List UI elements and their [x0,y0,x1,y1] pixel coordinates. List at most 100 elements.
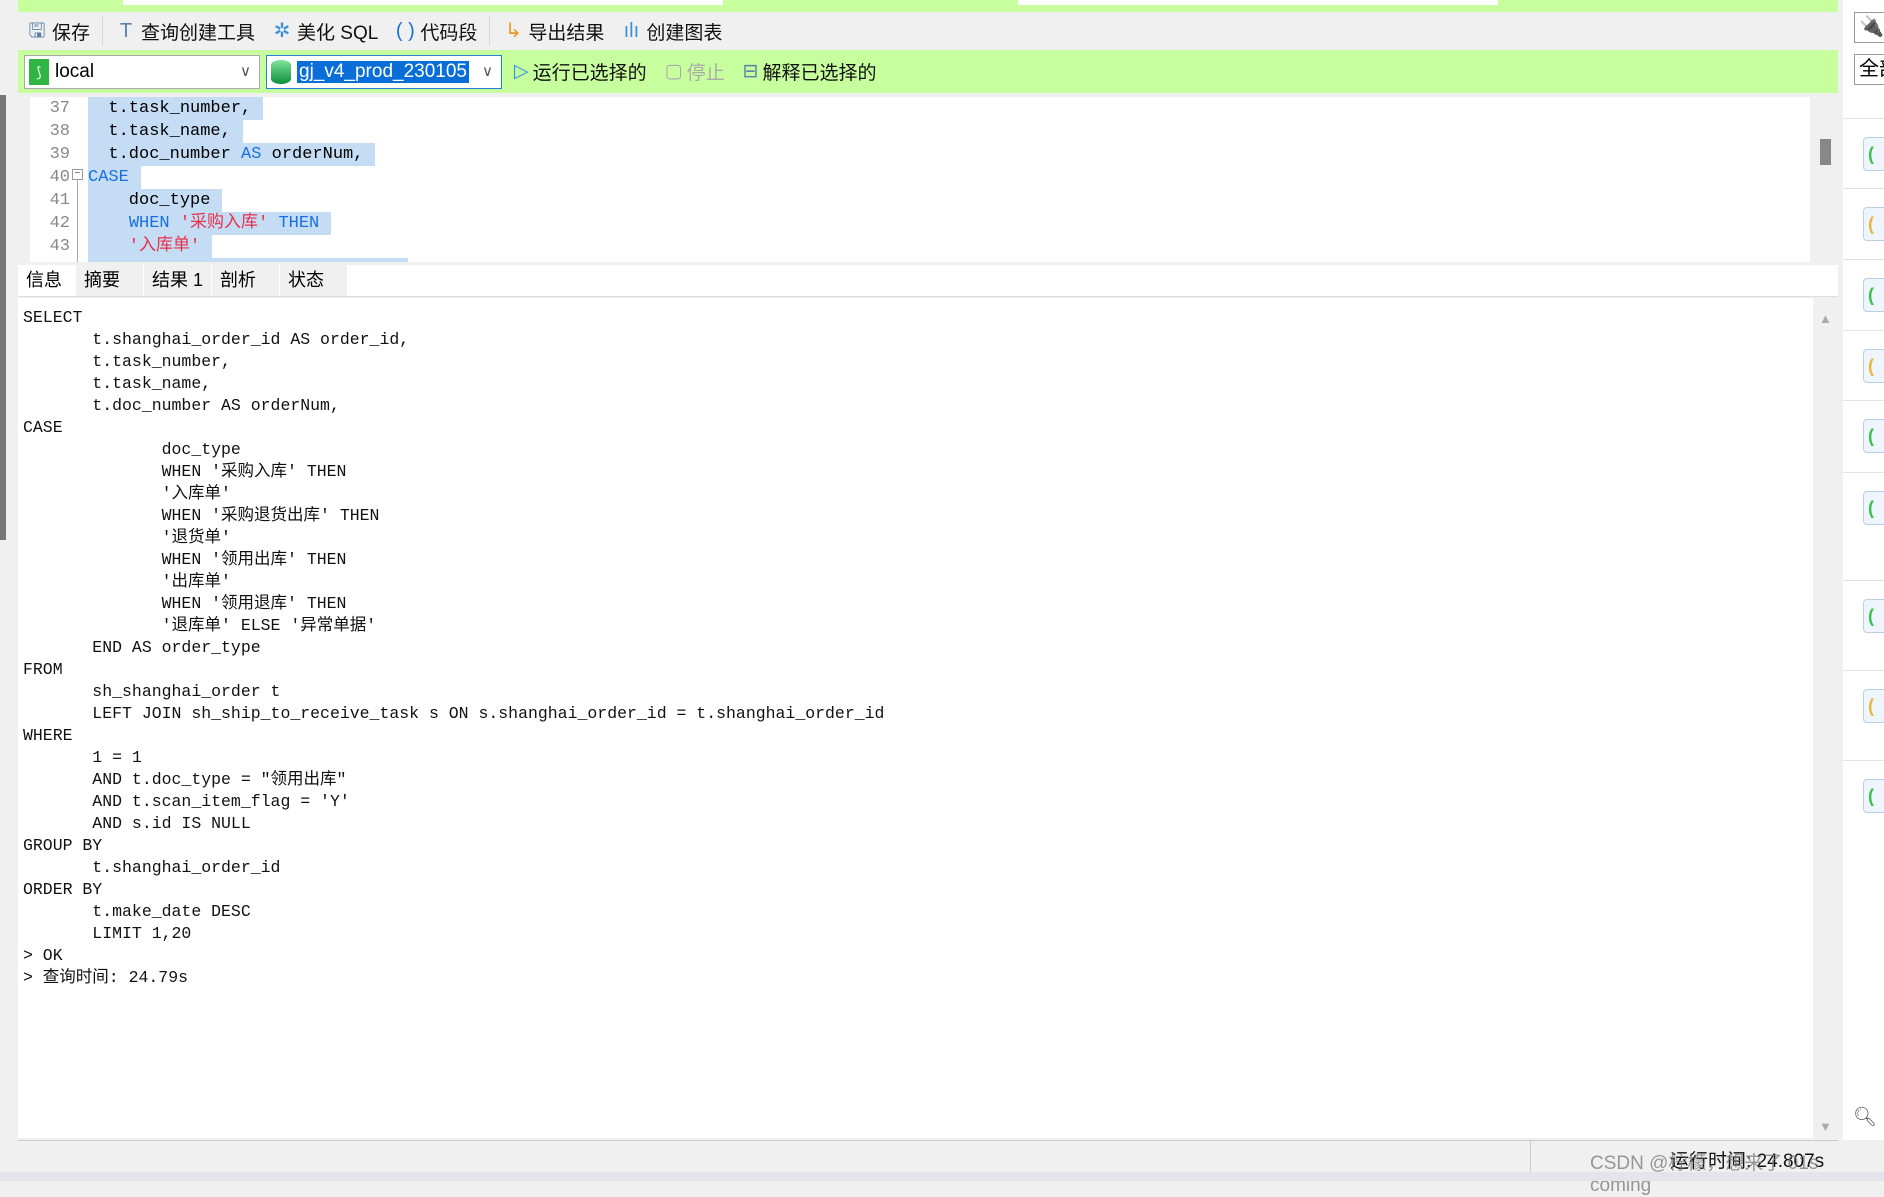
chevron-down-icon: ∨ [482,62,493,80]
output-line: 1 = 1 [23,748,142,767]
sql-keyword: THEN [278,214,320,233]
fold-guide [77,177,78,262]
sql-editor[interactable]: 37 38 39 40 41 42 43 − t.task_number, t.task_n… [30,97,1810,262]
scroll-down-icon[interactable]: ▼ [1819,1119,1832,1134]
output-line: SELECT [23,308,83,327]
run-selected-button[interactable]: ▷ 运行已选择的 [508,58,653,85]
create-chart-button[interactable]: ılı 创建图表 [612,15,730,47]
output-line: WHEN '领用退库' THEN [23,594,347,613]
query-file-icon: ( [1863,278,1884,312]
saved-query-item[interactable]: ( [1843,400,1884,470]
query-file-icon: ( [1863,207,1884,241]
saved-query-item[interactable]: ( [1843,760,1884,830]
saved-query-item[interactable]: ( [1843,259,1884,329]
code-line: CASE [88,166,141,189]
tab-4[interactable]: 剖析 [212,265,280,296]
output-line: FROM [23,660,63,679]
code-text: t.task_number, [88,99,252,118]
save-icon: 🖫 [28,20,46,42]
code-line [88,258,408,262]
parentheses-icon: ( ) [395,20,415,42]
code-line: WHEN '采购入库' THEN [88,212,332,235]
saved-query-item[interactable]: ( [1843,472,1884,542]
output-line: t.doc_number AS orderNum, [23,396,340,415]
right-panel: 🔌 全部 ( ( ( ( ( ( ( ( ( 🔍︎ [1843,0,1884,1140]
output-line: LIMIT 1,20 [23,924,192,943]
bottom-border [0,1172,1884,1181]
output-line: t.task_number, [23,352,231,371]
output-line: t.make_date DESC [23,902,251,921]
code-line: t.task_name, [88,120,243,143]
code-text: doc_type [88,191,211,210]
left-splitter[interactable] [0,95,6,540]
code-line: t.doc_number AS orderNum, [88,143,376,166]
editor-scrollbar[interactable] [1812,97,1838,262]
line-number: 41 [49,191,70,210]
search-button[interactable]: 🔍︎ [1853,1105,1877,1129]
explain-selected-button[interactable]: ⊟ 解释已选择的 [737,58,883,85]
output-line: sh_shanghai_order t [23,682,281,701]
stop-button[interactable]: ▢ 停止 [659,58,731,85]
database-icon [271,59,291,84]
line-number: 38 [49,122,70,141]
sql-keyword: WHEN [128,214,170,233]
output-line: doc_type [23,440,241,459]
code-line: doc_type [88,189,223,212]
saved-query-item[interactable]: ( [1843,330,1884,400]
saved-query-item[interactable]: ( [1843,188,1884,258]
query-builder-icon: T [119,20,133,42]
sql-keyword: CASE [88,168,129,187]
tab-1[interactable]: 信息 [18,265,76,296]
editor-tab[interactable] [1018,0,1498,5]
output-line: '入库单' [23,484,231,503]
divider [102,16,104,46]
status-bar: 运行时间: 24.807s [18,1140,1838,1172]
output-line: > OK [23,946,63,965]
tab-3[interactable]: 结果 1 [144,265,212,296]
magic-wand-icon: ✲ [273,20,291,42]
filter-all-button[interactable]: 全部 [1854,54,1884,85]
fold-toggle-icon[interactable]: − [72,169,83,180]
output-line: ORDER BY [23,880,103,899]
output-line: WHEN '采购退货出库' THEN [23,506,380,525]
divider [489,16,491,46]
output-line: WHEN '采购入库' THEN [23,462,347,481]
line-number: 42 [49,214,70,233]
mysql-icon: ⟆ [29,58,49,85]
editor-tab[interactable] [123,0,723,5]
export-icon: ↳ [504,20,522,42]
code-text: t.doc_number [88,145,242,164]
result-tabs: 信息 摘要 结果 1 剖析 状态 [18,265,1838,297]
sql-string: '入库单' [88,237,201,256]
output-line: GROUP BY [23,836,103,855]
connection-select[interactable]: ⟆ local ∨ [24,54,260,89]
output-line: '退库单' ELSE '异常单据' [23,616,377,635]
output-line: t.shanghai_order_id AS order_id, [23,330,410,349]
query-builder-button[interactable]: T 查询创建工具 [107,15,263,47]
query-file-icon: ( [1863,599,1884,633]
query-file-icon: ( [1863,779,1884,813]
snippet-button[interactable]: ( ) 代码段 [386,15,485,47]
export-results-button[interactable]: ↳ 导出结果 [494,15,612,47]
query-file-icon: ( [1863,419,1884,453]
save-button[interactable]: 🖫 保存 [18,15,98,47]
query-file-icon: ( [1863,349,1884,383]
plug-button[interactable]: 🔌 [1854,12,1884,43]
database-select[interactable]: gj_v4_prod_230105 ∨ [266,54,502,89]
output-line: WHEN '领用出库' THEN [23,550,347,569]
stop-icon: ▢ [664,61,683,82]
output-line: t.task_name, [23,374,212,393]
query-file-icon: ( [1863,491,1884,525]
line-number: 40 [49,168,70,187]
saved-query-item[interactable]: ( [1843,580,1884,650]
tab-5[interactable]: 状态 [280,265,348,296]
results-scrollbar[interactable]: ▲ ▼ [1813,305,1838,1138]
beautify-sql-button[interactable]: ✲ 美化 SQL [263,15,386,47]
saved-query-item[interactable]: ( [1843,670,1884,740]
scrollbar-thumb[interactable] [1820,139,1831,165]
scroll-up-icon[interactable]: ▲ [1819,311,1832,326]
tab-2[interactable]: 摘要 [76,265,144,296]
output-line: '退货单' [23,528,231,547]
saved-query-item[interactable]: ( [1843,118,1884,188]
explain-icon: ⊟ [742,61,759,82]
